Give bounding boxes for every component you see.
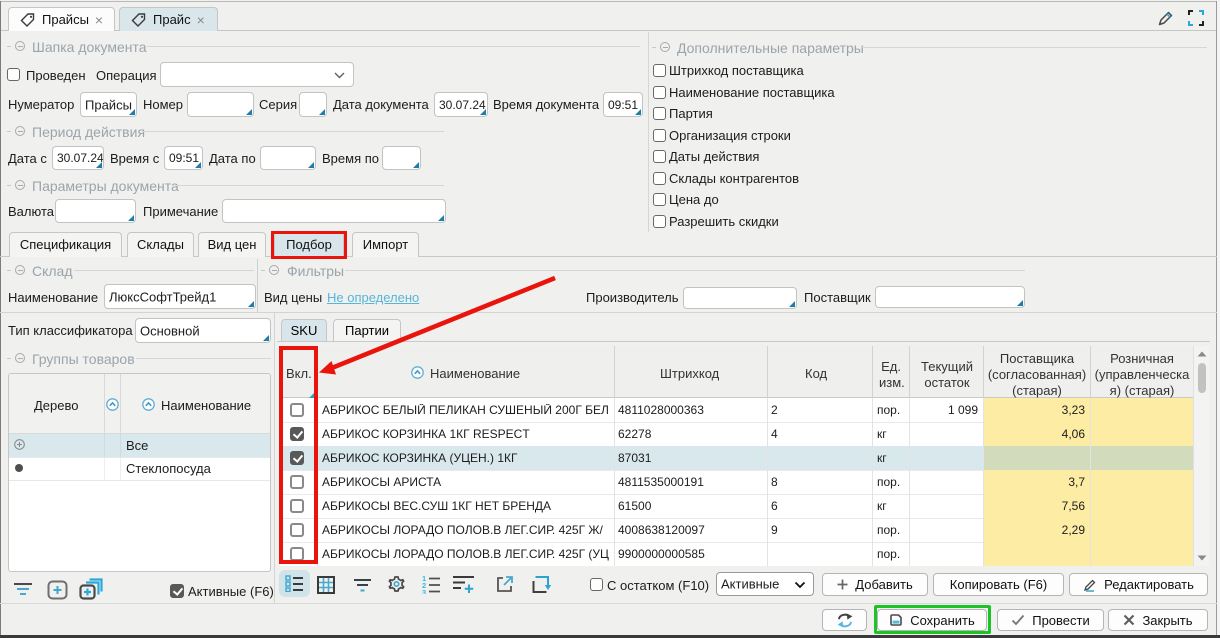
svg-text:3: 3 — [422, 588, 426, 594]
